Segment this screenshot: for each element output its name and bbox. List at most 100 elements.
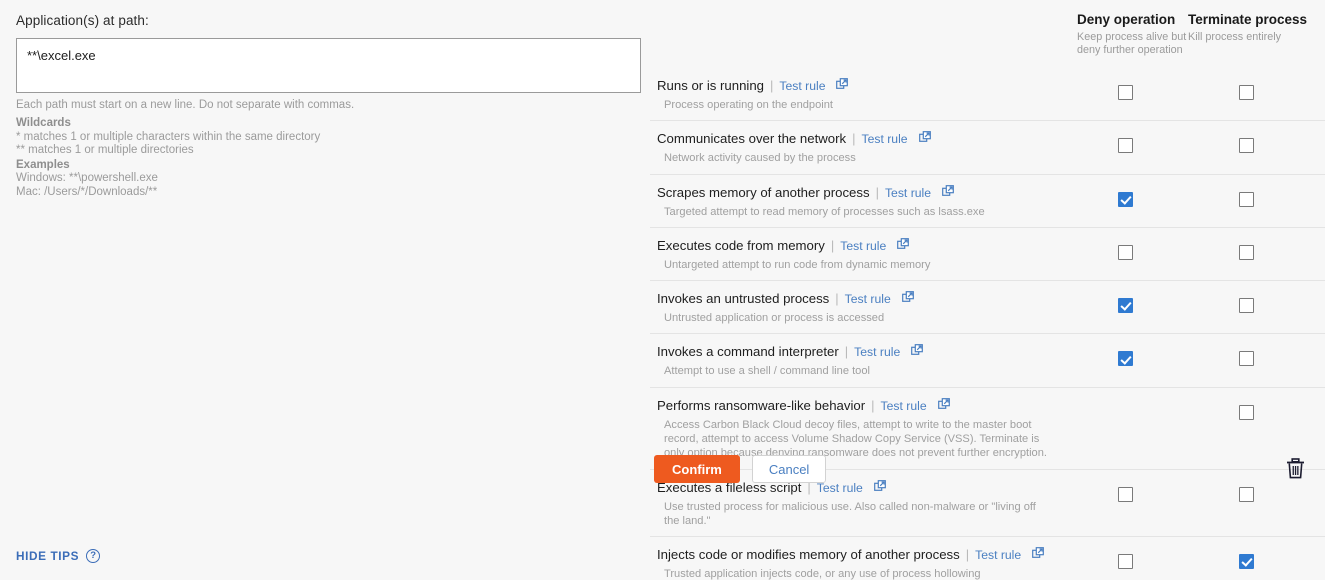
- test-rule-link[interactable]: Test rule: [840, 239, 886, 253]
- deny-operation-checkbox-cell: [1118, 405, 1133, 420]
- deny-operation-checkbox-cell: [1118, 298, 1133, 314]
- terminate-process-checkbox-cell: [1239, 191, 1254, 207]
- test-rule-link[interactable]: Test rule: [779, 79, 825, 93]
- operation-title: Executes code from memory: [657, 237, 825, 253]
- deny-operation-checkbox[interactable]: [1118, 298, 1133, 314]
- operation-row: Injects code or modifies memory of anoth…: [650, 536, 1325, 580]
- deny-operation-checkbox[interactable]: [1118, 138, 1133, 154]
- deny-operation-checkbox[interactable]: [1118, 244, 1133, 260]
- cancel-button[interactable]: Cancel: [751, 455, 827, 483]
- test-rule-link[interactable]: Test rule: [854, 345, 900, 359]
- external-link-icon[interactable]: [918, 130, 931, 148]
- external-link-icon[interactable]: [901, 290, 914, 308]
- operation-row-header: Performs ransomware-like behavior | Test r…: [653, 397, 1325, 415]
- test-rule-link[interactable]: Test rule: [881, 399, 927, 413]
- tips-wildcard-double: ** matches 1 or multiple directories: [16, 144, 194, 157]
- deny-operation-checkbox-cell: [1118, 244, 1133, 260]
- terminate-process-checkbox-cell: [1239, 486, 1254, 502]
- operation-row: Invokes a command interpreter | Test rule A…: [650, 333, 1325, 386]
- external-link-icon[interactable]: [897, 237, 910, 255]
- question-mark-circle-icon[interactable]: ?: [86, 549, 101, 563]
- tips-wildcards-heading: Wildcards: [16, 117, 71, 130]
- deny-operation-checkbox-cell: [1118, 85, 1133, 100]
- operation-title: Injects code or modifies memory of anoth…: [657, 547, 960, 563]
- deny-operation-checkbox-cell: [1118, 191, 1133, 207]
- terminate-column-title: Terminate process: [1188, 12, 1308, 27]
- operation-row-header: Injects code or modifies memory of anoth…: [653, 546, 1325, 564]
- separator-pipe: |: [770, 78, 774, 93]
- terminate-process-checkbox[interactable]: [1239, 191, 1254, 207]
- terminate-column-subtitle: Kill process entirely: [1188, 31, 1282, 43]
- test-rule-link[interactable]: Test rule: [885, 186, 931, 200]
- terminate-process-checkbox-cell: [1239, 85, 1254, 100]
- operation-title: Performs ransomware-like behavior: [657, 397, 866, 413]
- terminate-process-checkbox[interactable]: [1239, 351, 1254, 367]
- terminate-process-checkbox[interactable]: [1239, 85, 1254, 100]
- test-rule-link[interactable]: Test rule: [975, 548, 1021, 562]
- terminate-process-checkbox[interactable]: [1239, 486, 1254, 502]
- deny-operation-checkbox-cell: [1118, 351, 1133, 367]
- operation-description: Trusted application injects code, or any…: [664, 568, 981, 580]
- terminate-process-checkbox-cell: [1239, 298, 1254, 314]
- operation-row-header: Invokes an untrusted process | Test rule: [653, 290, 1325, 308]
- test-rule-link[interactable]: Test rule: [845, 292, 891, 306]
- operation-row: Communicates over the network | Test rule N…: [650, 120, 1325, 173]
- column-header-deny: Deny operation Keep process alive but de…: [1077, 12, 1187, 58]
- deny-operation-checkbox-cell: [1118, 554, 1133, 570]
- deny-operation-checkbox[interactable]: [1118, 554, 1133, 570]
- operation-description: Process operating on the endpoint: [664, 99, 833, 111]
- terminate-process-checkbox[interactable]: [1239, 554, 1254, 570]
- deny-operation-checkbox[interactable]: [1118, 486, 1133, 502]
- operation-row: Invokes an untrusted process | Test rule Un…: [650, 280, 1325, 333]
- deny-operation-checkbox[interactable]: [1118, 191, 1133, 207]
- terminate-process-checkbox-cell: [1239, 138, 1254, 154]
- terminate-process-checkbox-cell: [1239, 244, 1254, 260]
- tips-example-mac: Mac: /Users/*/Downloads/**: [16, 185, 158, 198]
- operation-row-header: Executes code from memory | Test rule: [653, 237, 1325, 255]
- operation-description: Attempt to use a shell / command line to…: [664, 365, 870, 378]
- terminate-process-checkbox[interactable]: [1239, 404, 1254, 420]
- terminate-process-checkbox[interactable]: [1239, 244, 1254, 260]
- external-link-icon[interactable]: [836, 77, 849, 95]
- operation-row-header: Communicates over the network | Test rule: [653, 130, 1325, 148]
- permissions-rule-editor: Application(s) at path: Each path must s…: [0, 0, 1325, 580]
- operation-description: Targeted attempt to read memory of proce…: [664, 205, 985, 218]
- deny-operation-checkbox-cell: [1118, 138, 1133, 154]
- operation-title: Invokes a command interpreter: [657, 344, 839, 360]
- path-field-label: Application(s) at path:: [16, 13, 149, 28]
- test-rule-link[interactable]: Test rule: [862, 132, 908, 146]
- application-path-panel: Application(s) at path: Each path must s…: [0, 0, 650, 580]
- separator-pipe: |: [844, 344, 849, 360]
- external-link-icon[interactable]: [1032, 546, 1045, 564]
- operation-title: Invokes an untrusted process: [657, 291, 830, 307]
- operation-description: Network activity caused by the process: [664, 152, 856, 165]
- external-link-icon[interactable]: [937, 397, 950, 415]
- deny-operation-checkbox[interactable]: [1118, 351, 1133, 367]
- terminate-process-checkbox[interactable]: [1239, 138, 1254, 154]
- deny-operation-checkbox[interactable]: [1118, 85, 1133, 100]
- terminate-process-checkbox[interactable]: [1239, 298, 1254, 314]
- external-link-icon[interactable]: [873, 479, 886, 497]
- application-path-input[interactable]: [16, 38, 641, 93]
- operation-title: Communicates over the network: [657, 131, 847, 147]
- operation-row-header: Runs or is running | Test rule: [653, 77, 1325, 95]
- operation-title: Scrapes memory of another process: [657, 184, 870, 200]
- operation-rows: Runs or is running | Test rule Process oper…: [650, 68, 1325, 580]
- hide-tips-button[interactable]: HIDE TIPS ?: [16, 549, 101, 563]
- form-actions: Confirm Cancel: [654, 455, 827, 483]
- operation-row: Executes code from memory | Test rule Untar…: [650, 226, 1325, 280]
- external-link-icon[interactable]: [942, 184, 954, 202]
- deny-operation-checkbox-cell: [1118, 486, 1133, 502]
- separator-pipe: |: [875, 184, 879, 200]
- tips-wildcard-single: * matches 1 or multiple characters withi…: [16, 130, 321, 143]
- column-header-terminate: Terminate process Kill process entirely: [1188, 12, 1318, 44]
- separator-pipe: |: [830, 237, 835, 253]
- confirm-button[interactable]: Confirm: [654, 455, 740, 483]
- trash-icon[interactable]: [1286, 458, 1305, 484]
- operation-row-header: Scrapes memory of another process | Test r…: [653, 184, 1325, 202]
- external-link-icon[interactable]: [911, 343, 924, 361]
- deny-column-subtitle: Keep process alive but deny further oper…: [1077, 31, 1187, 57]
- tips-intro: Each path must start on a new line. Do n…: [16, 99, 355, 111]
- separator-pipe: |: [852, 131, 856, 147]
- separator-pipe: |: [871, 397, 875, 413]
